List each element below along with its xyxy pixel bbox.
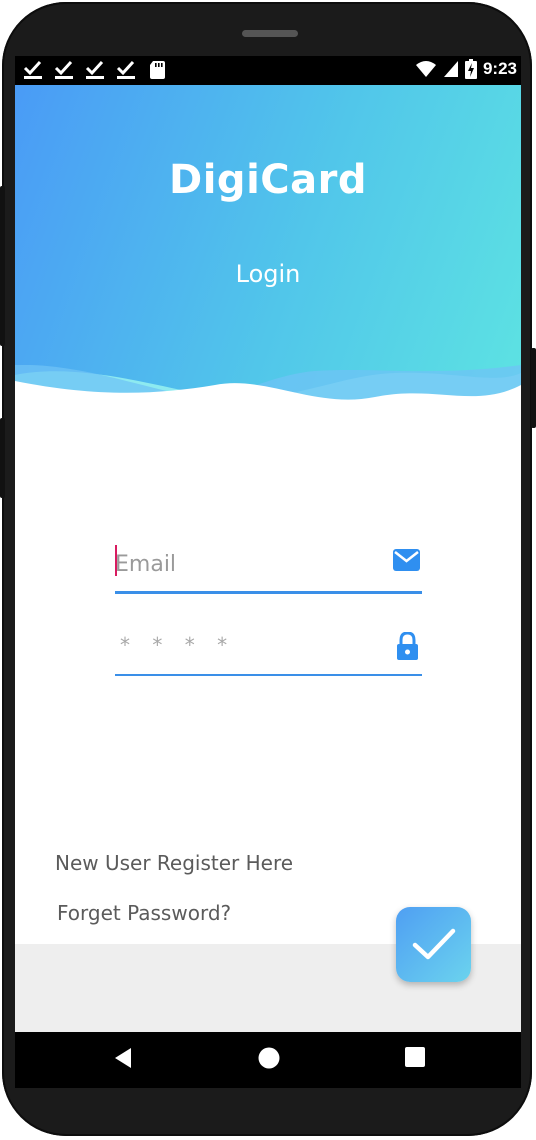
check-download-icon	[23, 60, 42, 79]
battery-charging-icon	[464, 59, 477, 79]
header-banner: DigiCard Login	[15, 85, 521, 425]
home-icon[interactable]	[257, 1046, 281, 1070]
earpiece-speaker	[242, 30, 298, 37]
app-title: DigiCard	[169, 157, 367, 203]
check-download-icon	[116, 60, 135, 79]
clock: 9:23	[482, 59, 517, 78]
password-input[interactable]	[120, 630, 390, 660]
checkmark-icon	[412, 928, 455, 959]
recents-icon[interactable]	[405, 1046, 425, 1068]
status-bar: 9:23	[15, 56, 521, 85]
wifi-icon	[415, 61, 436, 77]
screen: 9:23 DigiCard Login New User Register He…	[15, 56, 521, 1088]
navigation-bar	[15, 1032, 521, 1088]
submit-button[interactable]	[396, 907, 471, 982]
email-field[interactable]	[115, 543, 422, 594]
check-download-icon	[85, 60, 104, 79]
check-download-icon	[54, 60, 73, 79]
side-button-left-top	[0, 186, 5, 346]
mail-icon	[393, 549, 420, 571]
cell-signal-icon	[443, 61, 458, 77]
back-icon[interactable]	[113, 1046, 133, 1070]
system-icons: 9:23	[415, 59, 517, 79]
lock-icon	[397, 632, 418, 660]
side-button-right	[531, 348, 536, 428]
forgot-password-link[interactable]: Forget Password?	[57, 901, 231, 925]
sd-card-icon	[150, 61, 165, 79]
page-subtitle: Login	[235, 260, 301, 288]
email-input[interactable]	[115, 549, 385, 579]
register-link[interactable]: New User Register Here	[55, 851, 293, 875]
notification-icons	[23, 60, 168, 80]
side-button-left-bottom	[0, 418, 5, 498]
password-field[interactable]	[115, 626, 422, 676]
wave-decoration	[15, 365, 521, 425]
